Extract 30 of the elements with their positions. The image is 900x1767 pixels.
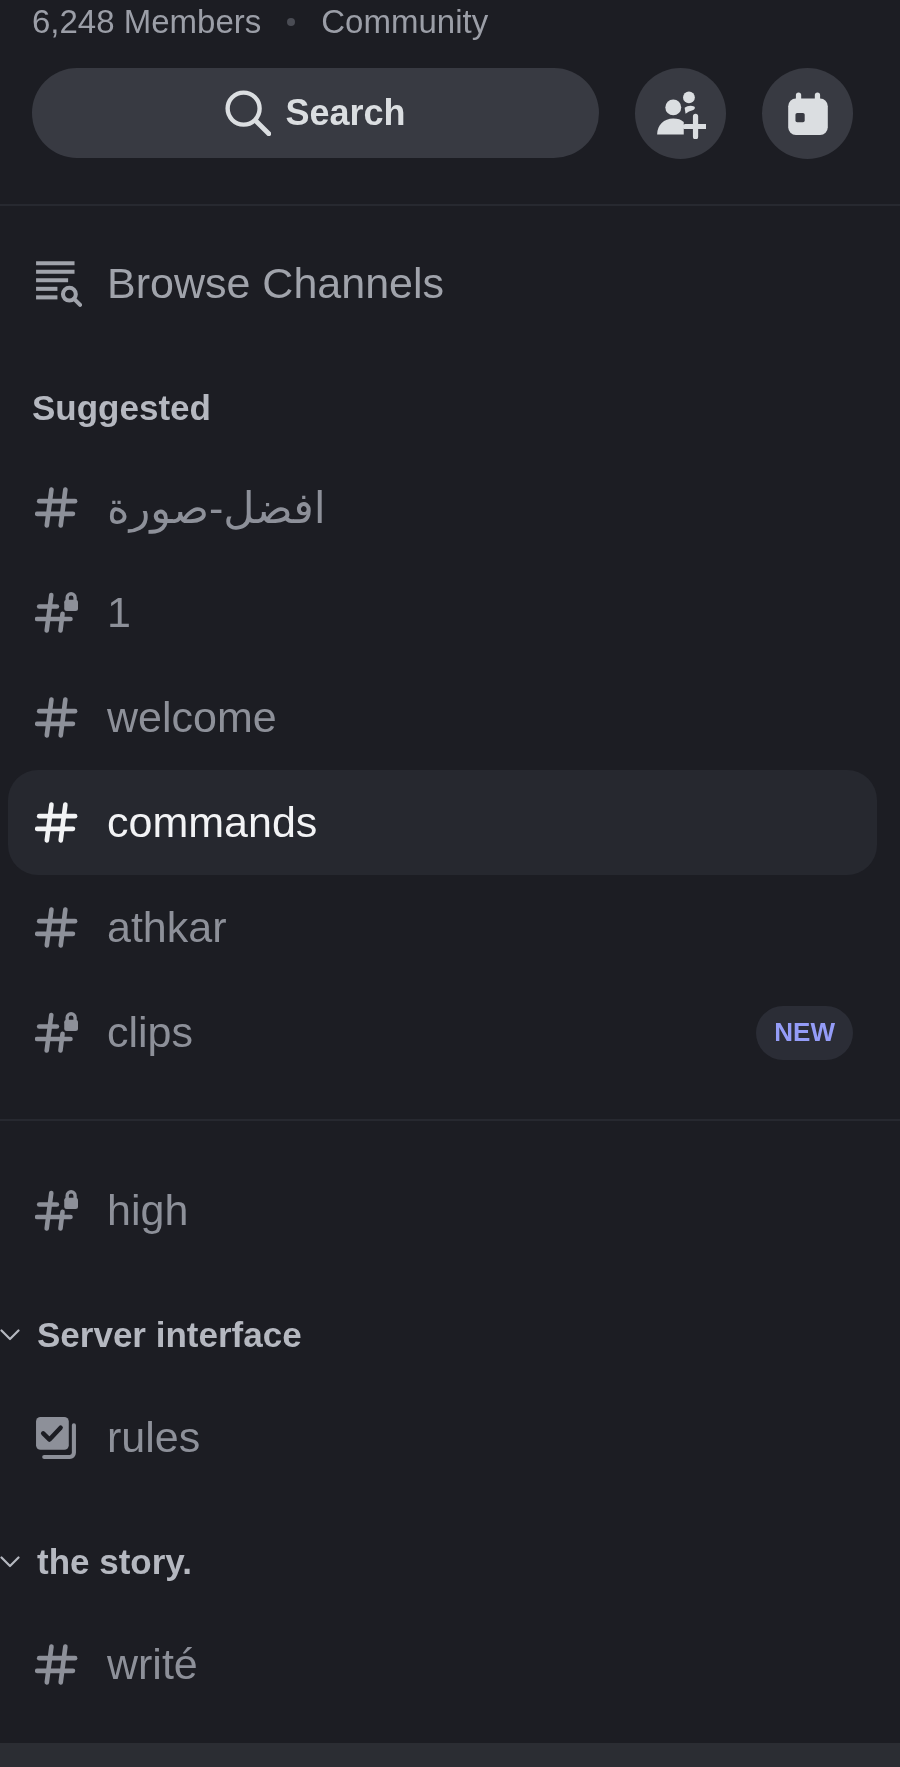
- search-button[interactable]: Search: [32, 68, 599, 158]
- locked-hash-icon: [35, 1189, 78, 1232]
- category-header[interactable]: the story.: [0, 1542, 192, 1582]
- channel-item[interactable]: افضل-صورة: [8, 455, 877, 560]
- channel-item[interactable]: clips NEW: [8, 980, 877, 1085]
- channel-item[interactable]: 1: [8, 560, 877, 665]
- hash-icon: [35, 486, 78, 529]
- hash-icon: [35, 906, 78, 949]
- channel-item[interactable]: commands: [8, 770, 877, 875]
- checklist-icon: [35, 1416, 78, 1459]
- new-badge: NEW: [756, 1005, 853, 1060]
- hash-icon: [35, 696, 78, 739]
- locked-hash-icon: [35, 1011, 78, 1054]
- channel-item[interactable]: athkar: [8, 875, 877, 980]
- category-header[interactable]: Server interface: [0, 1315, 302, 1355]
- hash-icon: [35, 1643, 78, 1686]
- calendar-icon: [785, 91, 830, 136]
- channel-item[interactable]: welcome: [8, 665, 877, 770]
- channel-item[interactable]: writé: [8, 1612, 877, 1717]
- locked-hash-icon: [35, 591, 78, 634]
- search-icon: [225, 90, 272, 136]
- member-count: 6,248 Members: [32, 3, 262, 41]
- channel-item[interactable]: high: [8, 1158, 877, 1263]
- section-header: Suggested: [32, 387, 211, 429]
- hash-icon: [35, 801, 78, 844]
- list-search-icon: [35, 259, 82, 307]
- server-type-label: Community: [321, 3, 489, 41]
- separator-dot-icon: [287, 18, 296, 26]
- channel-item[interactable]: rules: [8, 1385, 877, 1490]
- browse-channels-item[interactable]: Browse Channels: [35, 258, 444, 308]
